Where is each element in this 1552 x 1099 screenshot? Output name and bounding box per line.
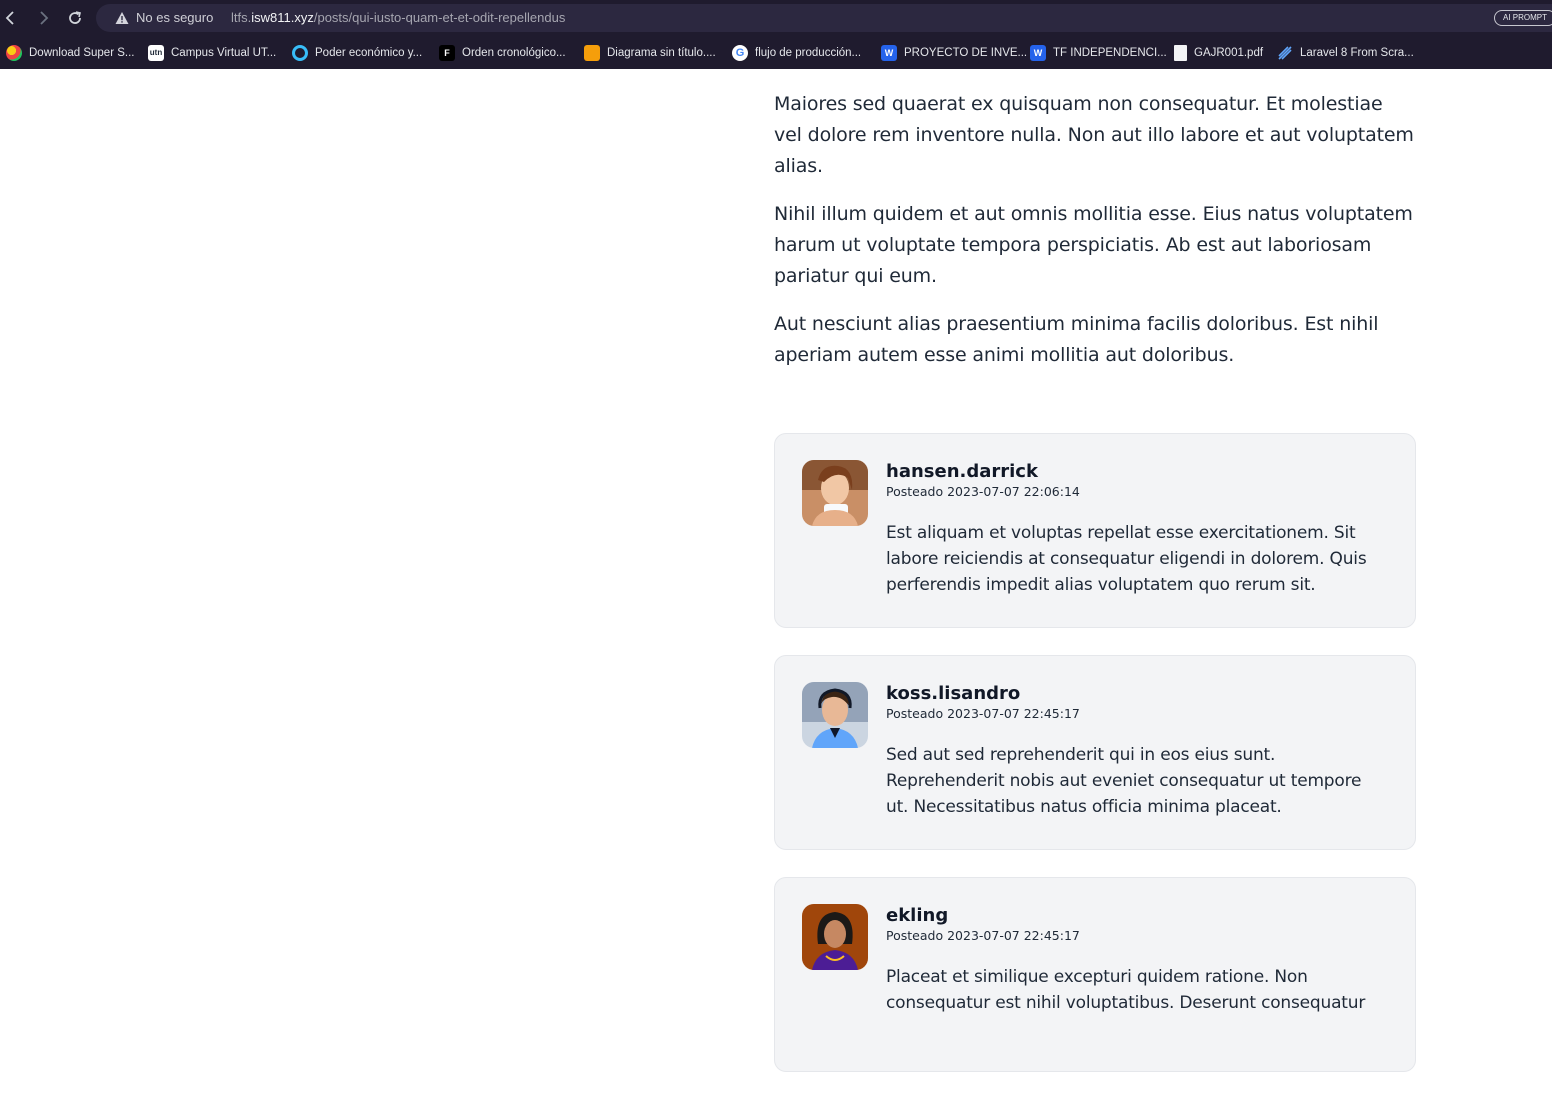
drawio-icon <box>584 45 600 61</box>
comment-author: hansen.darrick <box>886 461 1038 482</box>
avatar <box>802 682 868 748</box>
bookmark-label: GAJR001.pdf <box>1194 47 1264 59</box>
posted-label: Posteado <box>886 484 944 499</box>
url-prefix: ltfs. <box>231 10 252 25</box>
bookmarks-bar: Download Super S... utn Campus Virtual U… <box>0 36 1552 69</box>
post-paragraph: Aut nesciunt alias praesentium minima fa… <box>774 313 1379 366</box>
figma-icon: F <box>439 45 455 61</box>
bookmark-label: Poder económico y... <box>315 47 423 59</box>
bookmark-item[interactable]: W TF INDEPENDENCI... <box>1030 43 1167 63</box>
bookmark-item[interactable]: Laravel 8 From Scra... <box>1277 43 1414 63</box>
comment-timestamp: Posteado 2023-07-07 22:45:17 <box>886 928 1385 944</box>
bookmark-item[interactable]: utn Campus Virtual UT... <box>148 43 276 63</box>
bookmark-label: Orden cronológico... <box>462 47 566 59</box>
comments-section: hansen.darrick Posteado 2023-07-07 22:06:… <box>774 433 1416 1072</box>
google-icon: G <box>732 45 748 61</box>
comment-timestamp: Posteado 2023-07-07 22:45:17 <box>886 706 1385 722</box>
posted-date: 2023-07-07 22:06:14 <box>947 484 1080 499</box>
comment-body: Sed aut sed reprehenderit qui in eos eiu… <box>886 745 1362 817</box>
url-host: isw811.xyz <box>251 10 314 25</box>
document-icon <box>1174 45 1187 61</box>
back-arrow-icon[interactable] <box>2 9 20 27</box>
bookmark-label: Download Super S... <box>29 47 135 59</box>
post-paragraph: Nihil illum quidem et aut omnis mollitia… <box>774 203 1413 287</box>
comment-author: koss.lisandro <box>886 683 1021 704</box>
posted-date: 2023-07-07 22:45:17 <box>947 706 1080 721</box>
bookmark-item[interactable]: W PROYECTO DE INVE... <box>881 43 1027 63</box>
browser-chrome: No es seguro ltfs.isw811.xyz/posts/qui-i… <box>0 0 1552 69</box>
bookmark-item[interactable]: Download Super S... <box>6 43 134 63</box>
comment-card: hansen.darrick Posteado 2023-07-07 22:06:… <box>774 433 1416 628</box>
post-paragraph: Maiores sed quaerat ex quisquam non cons… <box>774 93 1414 177</box>
bookmark-label: Laravel 8 From Scra... <box>1300 47 1414 59</box>
posted-label: Posteado <box>886 928 944 943</box>
bookmark-label: flujo de producción... <box>755 47 862 59</box>
bookmark-label: Diagrama sin título.... <box>607 47 716 59</box>
posted-label: Posteado <box>886 706 944 721</box>
laracasts-icon <box>1277 45 1293 61</box>
word-icon: W <box>881 45 897 61</box>
url-text[interactable]: ltfs.isw811.xyz/posts/qui-iusto-quam-et-… <box>231 10 565 25</box>
address-bar[interactable]: No es seguro ltfs.isw811.xyz/posts/qui-i… <box>96 4 1552 32</box>
comment-card: ekling Posteado 2023-07-07 22:45:17 Place… <box>774 877 1416 1072</box>
comment-timestamp: Posteado 2023-07-07 22:06:14 <box>886 484 1385 500</box>
security-label[interactable]: No es seguro <box>136 10 213 25</box>
utn-logo-icon: utn <box>148 45 164 61</box>
ai-prompt-extension-button[interactable]: AI PROMPT <box>1493 10 1552 26</box>
avatar <box>802 904 868 970</box>
bookmark-item[interactable]: GAJR001.pdf <box>1174 43 1263 63</box>
bookmark-label: TF INDEPENDENCI... <box>1053 47 1167 59</box>
bookmark-item[interactable]: G flujo de producción... <box>732 43 861 63</box>
bookmark-label: PROYECTO DE INVE... <box>904 47 1028 59</box>
comment-card: koss.lisandro Posteado 2023-07-07 22:45:1… <box>774 655 1416 850</box>
warning-icon[interactable] <box>115 11 129 25</box>
avatar <box>802 460 868 526</box>
forward-arrow-icon[interactable] <box>34 9 52 27</box>
url-path: /posts/qui-iusto-quam-et-et-odit-repelle… <box>313 10 566 25</box>
reload-icon[interactable] <box>66 9 84 27</box>
comment-body: Est aliquam et voluptas repellat esse ex… <box>886 523 1367 595</box>
bookmark-label: Campus Virtual UT... <box>171 47 277 59</box>
comment-author: ekling <box>886 905 949 926</box>
word-icon: W <box>1030 45 1046 61</box>
blue-swirl-icon <box>292 45 308 61</box>
bookmark-item[interactable]: Poder económico y... <box>292 43 422 63</box>
post-content: Maiores sed quaerat ex quisquam non cons… <box>774 69 1416 1099</box>
bookmark-item[interactable]: Diagrama sin título.... <box>584 43 716 63</box>
colorful-puzzle-icon <box>6 45 22 61</box>
comment-body: Placeat et similique excepturi quidem ra… <box>886 967 1366 1013</box>
posted-date: 2023-07-07 22:45:17 <box>947 928 1080 943</box>
bookmark-item[interactable]: F Orden cronológico... <box>439 43 566 63</box>
browser-toolbar: No es seguro ltfs.isw811.xyz/posts/qui-i… <box>0 0 1552 36</box>
